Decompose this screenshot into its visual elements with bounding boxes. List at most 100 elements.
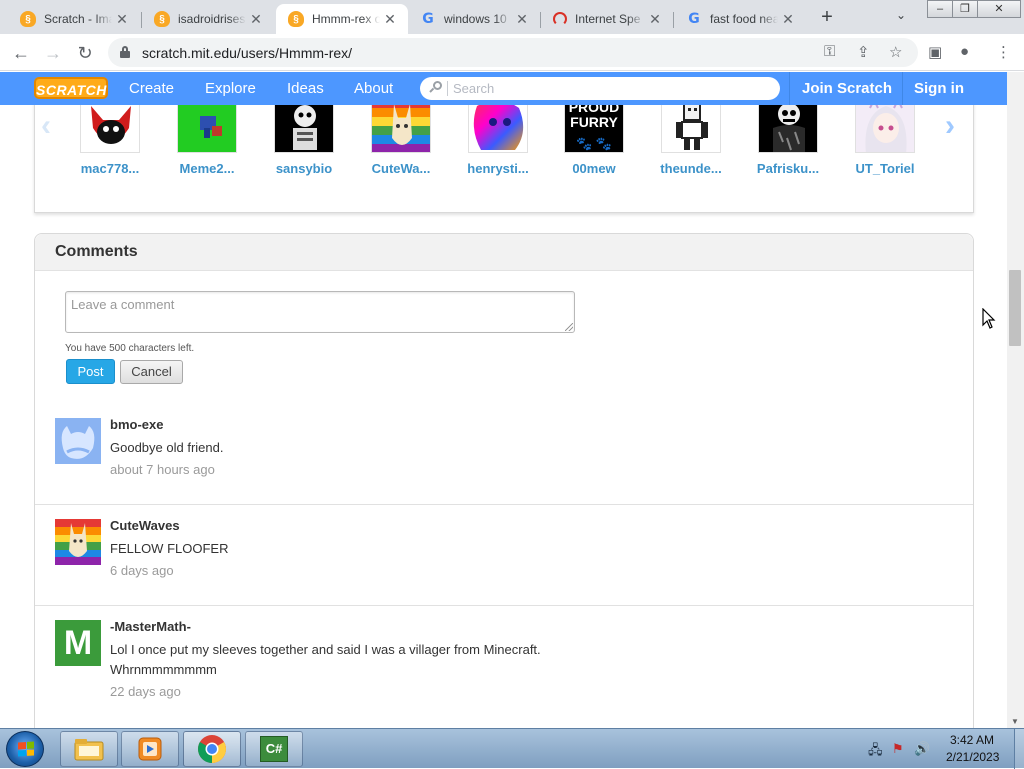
dark-skeleton-avatar[interactable] (758, 105, 818, 153)
lock-icon[interactable] (120, 46, 130, 58)
join-scratch-link[interactable]: Join Scratch (802, 80, 892, 97)
show-desktop-button[interactable] (1014, 729, 1024, 769)
search-box[interactable] (420, 77, 780, 100)
network-icon[interactable]: 🖧 (868, 741, 883, 763)
csharp-icon[interactable]: C# (245, 731, 303, 767)
user-name[interactable]: Meme2... (164, 161, 250, 176)
pixel-character-avatar[interactable] (661, 105, 721, 153)
scroll-down-arrow-icon[interactable]: ▼ (1011, 717, 1019, 726)
carousel-prev-icon[interactable]: ‹ (41, 109, 51, 143)
user-name[interactable]: 00mew (551, 161, 637, 176)
user-name[interactable]: CuteWa... (358, 161, 444, 176)
close-icon[interactable]: ✕ (380, 11, 400, 28)
share-icon[interactable]: ⇪ (857, 43, 870, 61)
anime-girl-avatar[interactable] (855, 105, 915, 153)
search-icon[interactable] (429, 81, 442, 93)
user-tile[interactable]: mac778... (67, 105, 153, 176)
user-name[interactable]: Pafrisku... (745, 161, 831, 176)
address-bar[interactable]: scratch.mit.edu/users/Hmmm-rex/ ⚿ ⇪ ☆ (108, 38, 918, 67)
tab-isadroidrises[interactable]: § isadroidrises ✕ (142, 4, 274, 34)
comment-time: 22 days ago (110, 684, 181, 699)
forward-button[interactable]: → (40, 40, 66, 66)
scrollbar-thumb[interactable] (1009, 270, 1021, 346)
nav-explore[interactable]: Explore (205, 80, 256, 97)
profile-icon[interactable]: ● (960, 43, 969, 60)
back-button[interactable]: ← (8, 40, 34, 66)
nav-create[interactable]: Create (129, 80, 174, 97)
comment-author[interactable]: bmo-exe (110, 417, 163, 432)
proud-furry-avatar[interactable]: PROUD FURRY 🐾 🐾 (564, 105, 624, 153)
tab-fast-food[interactable]: G fast food nea ✕ (674, 4, 806, 34)
chrome-icon[interactable] (183, 731, 241, 767)
media-player-icon[interactable] (121, 731, 179, 767)
user-tile[interactable]: sansybio (261, 105, 347, 176)
user-tile[interactable]: UT_Toriel (842, 105, 928, 176)
user-tile[interactable]: PROUD FURRY 🐾 🐾 00mew (551, 105, 637, 176)
cancel-button[interactable]: Cancel (120, 360, 183, 384)
close-icon[interactable]: ✕ (645, 11, 665, 28)
tab-title: windows 10 (444, 12, 507, 26)
tab-title: Hmmm-rex o (312, 12, 380, 26)
speedometer-icon (553, 12, 567, 26)
close-icon[interactable]: ✕ (246, 11, 266, 28)
comment-author[interactable]: -MasterMath- (110, 619, 191, 634)
tab-windows-10[interactable]: G windows 10 ✕ (408, 4, 540, 34)
bookmark-star-icon[interactable]: ☆ (889, 43, 902, 61)
reload-button[interactable]: ↻ (72, 40, 98, 66)
user-name[interactable]: henrysti... (455, 161, 541, 176)
file-explorer-icon[interactable] (60, 731, 118, 767)
resize-grip-icon[interactable] (565, 323, 573, 331)
carousel-next-icon[interactable]: › (945, 109, 955, 143)
action-center-flag-icon[interactable]: ⚑ (892, 741, 904, 757)
scratch-navbar: SCRATCH Create Explore Ideas About Join … (0, 72, 1007, 105)
url-text[interactable]: scratch.mit.edu/users/Hmmm-rex/ (142, 45, 352, 61)
comment-author[interactable]: CuteWaves (110, 518, 180, 533)
comment-textarea[interactable] (65, 291, 575, 333)
nav-ideas[interactable]: Ideas (287, 80, 324, 97)
close-icon[interactable]: ✕ (112, 11, 132, 28)
search-input[interactable] (453, 80, 763, 97)
close-icon[interactable]: ✕ (512, 11, 532, 28)
user-tile[interactable]: theunde... (648, 105, 734, 176)
scratch-cat-default-avatar[interactable] (55, 418, 101, 464)
page-content: ‹ › mac778... Meme2... sansybio CuteWa..… (0, 105, 1007, 728)
post-button[interactable]: Post (66, 359, 115, 384)
user-tile[interactable]: Pafrisku... (745, 105, 831, 176)
page-scrollbar[interactable]: ▼ (1007, 72, 1024, 728)
skeleton-avatar[interactable] (274, 105, 334, 153)
tab-hmmm-rex[interactable]: § Hmmm-rex o ✕ (276, 4, 408, 34)
side-panel-icon[interactable]: ▣ (928, 43, 942, 61)
close-icon[interactable]: ✕ (778, 11, 798, 28)
key-icon[interactable]: ⚿ (824, 43, 835, 60)
user-tile[interactable]: CuteWa... (358, 105, 444, 176)
green-m-avatar[interactable]: M (55, 620, 101, 666)
tab-internet-speed[interactable]: Internet Spe ✕ (541, 4, 673, 34)
scratch-logo[interactable]: SCRATCH (34, 77, 108, 99)
new-tab-button[interactable]: + (816, 6, 838, 28)
window-close-button[interactable]: ✕ (977, 0, 1021, 18)
tab-search-chevron-icon[interactable]: ⌄ (896, 8, 906, 22)
rainbow-dog-avatar[interactable] (468, 105, 528, 153)
clock-time[interactable]: 3:42 AM (950, 733, 994, 747)
restore-button[interactable]: ❐ (952, 0, 978, 18)
user-tile[interactable]: henrysti... (455, 105, 541, 176)
volume-icon[interactable]: 🔊 (914, 741, 930, 757)
rainbow-cat-avatar[interactable] (55, 519, 101, 565)
user-name[interactable]: theunde... (648, 161, 734, 176)
user-name[interactable]: UT_Toriel (842, 161, 928, 176)
comment-time: about 7 hours ago (110, 462, 215, 477)
clock-date[interactable]: 2/21/2023 (946, 750, 999, 764)
minimize-button[interactable]: – (927, 0, 953, 18)
user-name[interactable]: sansybio (261, 161, 347, 176)
nav-about[interactable]: About (354, 80, 393, 97)
sign-in-link[interactable]: Sign in (914, 80, 964, 97)
green-sprite-avatar[interactable] (177, 105, 237, 153)
rainbow-cat-avatar[interactable] (371, 105, 431, 153)
start-button[interactable] (6, 731, 44, 767)
google-g-icon: G (688, 11, 700, 27)
user-tile[interactable]: Meme2... (164, 105, 250, 176)
red-black-cat-avatar[interactable] (80, 105, 140, 153)
menu-icon[interactable]: ⋮ (996, 43, 1011, 61)
user-name[interactable]: mac778... (67, 161, 153, 176)
tab-scratch-images[interactable]: § Scratch - Ima ✕ (8, 4, 140, 34)
